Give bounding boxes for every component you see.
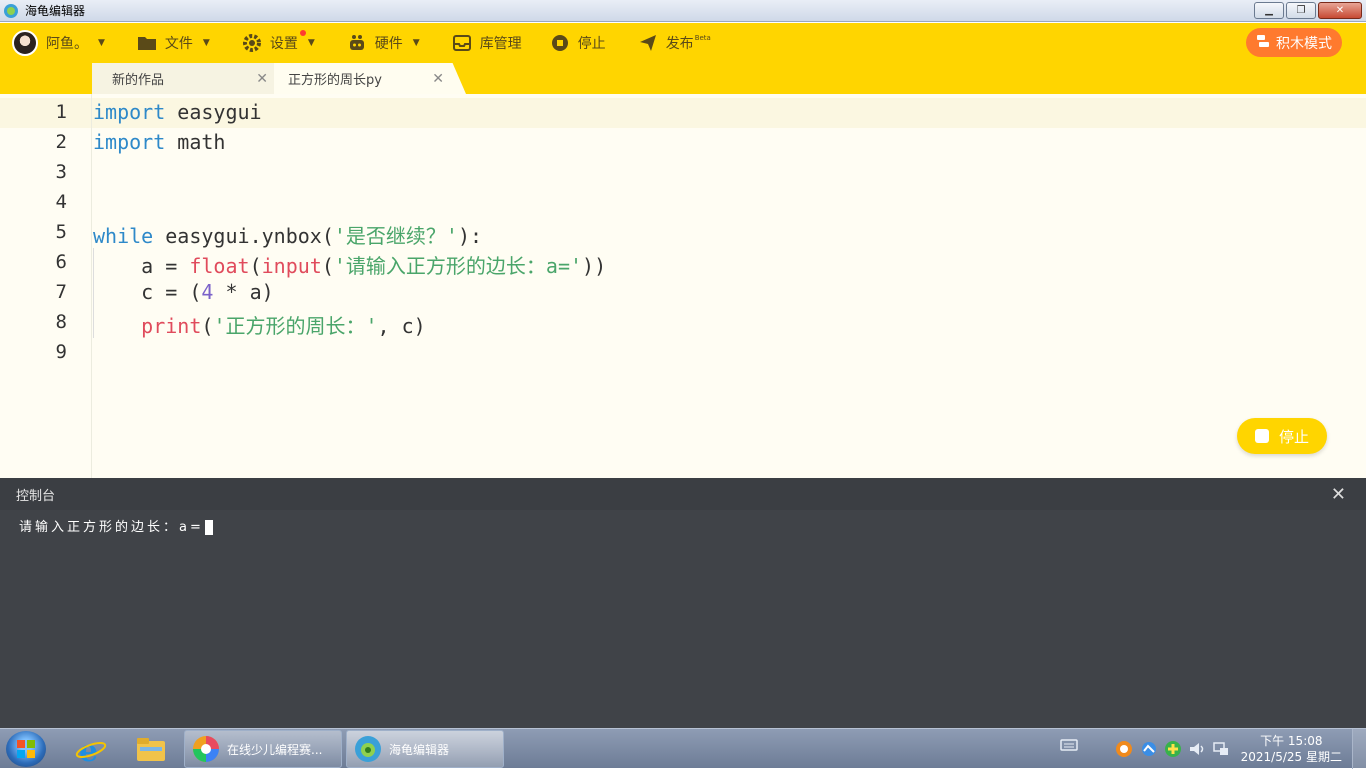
blocks-icon	[1256, 34, 1270, 52]
line-number: 4	[55, 191, 67, 213]
code-editor[interactable]: 1 2 3 4 5 6 7 8 9 import easygui import …	[0, 94, 1366, 478]
paper-plane-icon	[638, 33, 658, 53]
taskbar-task-label: 在线少儿编程赛...	[227, 742, 323, 757]
chevron-down-icon: ▼	[412, 38, 420, 48]
hardware-menu-label: 硬件	[374, 36, 403, 52]
file-menu[interactable]: 文件 ▼	[137, 23, 210, 63]
clock-time: 下午 15:08	[1260, 734, 1323, 748]
text-cursor	[204, 520, 213, 535]
windows-taskbar: e 在线少儿编程赛... 海龟编辑器 下午 15:08 2021/5/25 星期…	[0, 728, 1366, 769]
plus-app-icon[interactable]	[1164, 740, 1182, 758]
window-title-bar: 海龟编辑器 ▁ ❐ ✕	[0, 0, 1366, 22]
close-tab-icon[interactable]: ✕	[256, 71, 268, 87]
file-tabs: 新的作品 ✕ 正方形的周长py ✕	[0, 63, 1366, 94]
console-output[interactable]: 请输入正方形的边长：a=	[0, 510, 1366, 728]
browser-app-icon	[193, 736, 219, 762]
window-title: 海龟编辑器	[25, 4, 86, 18]
network-app-icon[interactable]	[1140, 740, 1158, 758]
show-desktop-button[interactable]	[1352, 729, 1366, 769]
network-status-icon[interactable]	[1212, 740, 1230, 758]
security-app-icon[interactable]	[1115, 740, 1133, 758]
internet-explorer-icon[interactable]: e	[66, 732, 116, 766]
keyboard-icon[interactable]	[1060, 739, 1078, 751]
line-number: 6	[55, 251, 67, 273]
robot-icon	[347, 33, 367, 53]
block-mode-button[interactable]: 积木模式	[1246, 28, 1342, 57]
close-tab-icon[interactable]: ✕	[432, 71, 444, 87]
settings-menu-label: 设置	[269, 36, 298, 52]
block-mode-label: 积木模式	[1276, 35, 1332, 52]
chevron-down-icon: ▼	[98, 38, 105, 48]
code-line[interactable]: import easygui	[93, 100, 262, 124]
stop-toolbar-button[interactable]: 停止	[550, 23, 606, 63]
user-menu[interactable]: 阿鱼。 ▼	[12, 23, 105, 63]
console-header: 控制台 ✕	[0, 478, 1366, 510]
hardware-menu[interactable]: 硬件 ▼	[347, 23, 420, 63]
folder-icon	[137, 33, 157, 53]
beta-badge: Beta	[694, 34, 711, 42]
code-line[interactable]: a = float(input('请输入正方形的边长：a='))	[93, 250, 606, 279]
settings-menu[interactable]: 设置 ▼	[242, 23, 315, 63]
tab-label: 正方形的周长py	[288, 73, 382, 88]
code-line[interactable]: while easygui.ynbox('是否继续？'):	[93, 220, 482, 249]
tab-label: 新的作品	[112, 73, 165, 88]
close-window-button[interactable]: ✕	[1318, 2, 1362, 19]
library-manager-label: 库管理	[479, 36, 522, 52]
main-toolbar: 阿鱼。 ▼ 文件 ▼ 设置 ▼ 硬件 ▼ 库管理 停止 发布 Beta 积木模式	[0, 23, 1366, 63]
stop-run-button[interactable]: 停止	[1237, 418, 1327, 454]
volume-icon[interactable]	[1188, 740, 1206, 758]
console-output-text: 请输入正方形的边长：a=	[19, 520, 204, 535]
minimize-button[interactable]: ▁	[1254, 2, 1284, 19]
code-line[interactable]: c = (4 * a)	[93, 280, 273, 304]
line-number: 8	[55, 311, 67, 333]
line-number: 5	[55, 221, 67, 243]
start-button[interactable]	[6, 731, 46, 767]
tab-new-work[interactable]: 新的作品 ✕	[92, 63, 274, 94]
library-manager-button[interactable]: 库管理	[452, 23, 522, 63]
line-number: 2	[55, 131, 67, 153]
code-line[interactable]: import math	[93, 130, 225, 154]
line-number: 1	[55, 101, 67, 123]
chevron-down-icon: ▼	[202, 38, 210, 48]
publish-label: 发布	[665, 36, 694, 52]
user-name: 阿鱼。	[46, 36, 88, 52]
restore-button[interactable]: ❐	[1286, 2, 1316, 19]
console-title: 控制台	[16, 488, 56, 504]
line-number: 7	[55, 281, 67, 303]
avatar	[12, 30, 38, 56]
file-menu-label: 文件	[164, 36, 193, 52]
taskbar-task-label: 海龟编辑器	[389, 742, 450, 757]
file-explorer-icon[interactable]	[126, 732, 176, 766]
chevron-down-icon: ▼	[307, 38, 315, 48]
system-clock[interactable]: 下午 15:08 2021/5/25 星期二	[1241, 733, 1342, 765]
stop-circle-icon	[550, 33, 570, 53]
close-console-icon[interactable]: ✕	[1331, 484, 1346, 505]
turtle-app-icon	[4, 3, 18, 18]
inbox-icon	[452, 33, 472, 53]
gear-icon	[242, 33, 262, 53]
line-number: 9	[55, 341, 67, 363]
code-line[interactable]: print('正方形的周长：', c)	[93, 310, 426, 339]
taskbar-browser-task[interactable]: 在线少儿编程赛...	[184, 730, 342, 768]
taskbar-turtle-editor-task[interactable]: 海龟编辑器	[346, 730, 504, 768]
windows-logo-icon	[17, 740, 35, 758]
turtle-app-icon	[355, 736, 381, 762]
tab-square-perimeter[interactable]: 正方形的周长py ✕	[274, 63, 466, 94]
stop-run-label: 停止	[1278, 427, 1309, 446]
stop-square-icon	[1254, 429, 1269, 443]
notification-dot	[299, 30, 306, 36]
publish-button[interactable]: 发布 Beta	[638, 23, 711, 63]
line-number: 3	[55, 161, 67, 183]
line-number-gutter: 1 2 3 4 5 6 7 8 9	[0, 94, 92, 478]
stop-toolbar-label: 停止	[577, 36, 606, 52]
clock-date: 2021/5/25 星期二	[1240, 750, 1342, 764]
